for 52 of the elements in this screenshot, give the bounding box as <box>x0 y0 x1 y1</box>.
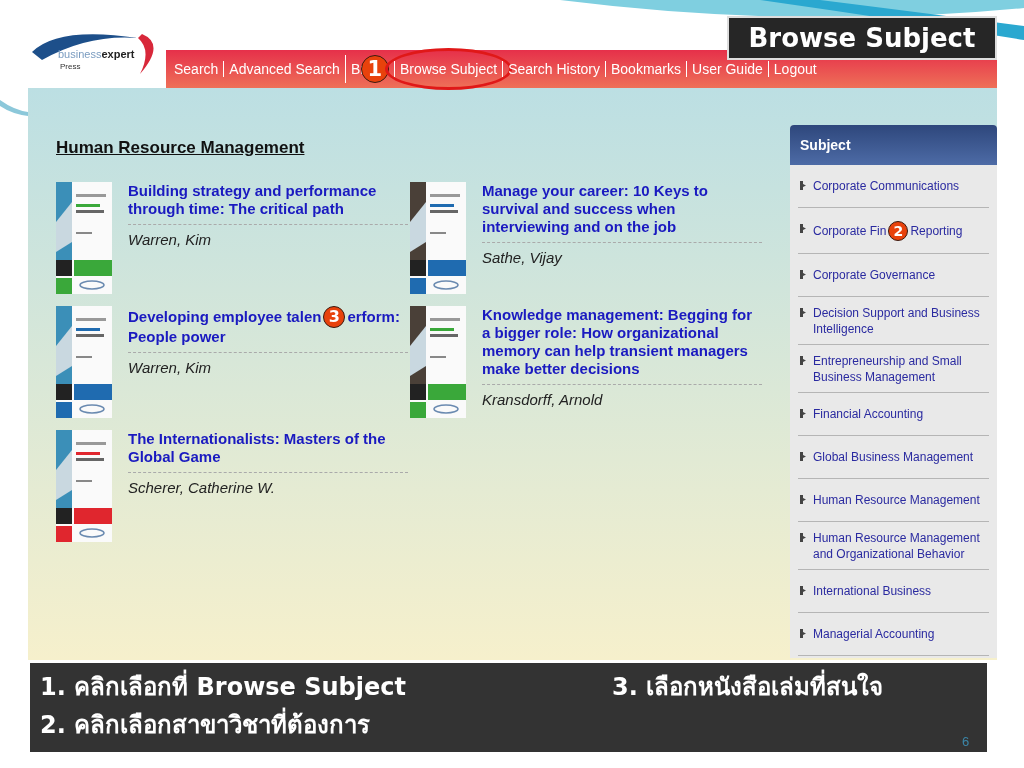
book-title-link[interactable]: The Internationalists: Masters of the Global Game <box>128 430 408 466</box>
bullet-icon <box>800 409 807 418</box>
book-author: Kransdorff, Arnold <box>482 391 604 408</box>
nav-link[interactable]: Search <box>174 61 219 77</box>
subject-link[interactable]: Entrepreneurship and Small Business Management <box>813 353 989 385</box>
book-title-link[interactable]: Knowledge management: Begging for a bigger role: How organizational memory can help transient managers make better decisions <box>482 306 762 378</box>
bullet-icon <box>800 533 807 542</box>
subject-link[interactable]: Human Resource Management and Organizational Behavior <box>813 530 989 562</box>
book-author: Warren, Kim <box>128 231 213 248</box>
subject-link[interactable]: Global Business Management <box>813 449 974 465</box>
subject-link[interactable]: Reporting <box>910 223 963 239</box>
bullet-icon <box>800 270 807 279</box>
swoosh-drawing <box>0 100 28 116</box>
book-author: Sathe, Vijay <box>482 249 564 266</box>
bullet-icon <box>800 308 807 317</box>
subject-link[interactable]: Decision Support and Business Intelligence <box>813 305 989 337</box>
subject-link[interactable]: Financial Accounting <box>813 406 924 422</box>
book-title-link[interactable]: Manage your career: 10 Keys to survival and success when interviewing and on the job <box>482 182 762 236</box>
callout-title: Browse Subject <box>727 16 997 60</box>
bullet-icon <box>800 629 807 638</box>
section-heading: Human Resource Management <box>56 138 305 158</box>
instruction-text: 2. คลิกเลือกสาขาวิชาที่ต้องการ <box>40 709 612 741</box>
book-title-link[interactable]: People power <box>128 328 408 346</box>
subject-link[interactable]: Corporate Communications <box>813 178 960 194</box>
subject-link[interactable]: Managerial Accounting <box>813 626 935 642</box>
book-title-link[interactable]: erform: <box>347 308 400 326</box>
bullet-icon <box>800 224 807 233</box>
nav-link[interactable]: Advanced Search <box>229 61 340 77</box>
step-marker: 3 <box>323 306 346 328</box>
bullet-icon <box>800 586 807 595</box>
subject-link[interactable]: Human Resource Management <box>813 492 980 508</box>
bullet-icon <box>800 181 807 190</box>
nav-link[interactable]: User Guide <box>692 61 763 77</box>
step-marker: 2 <box>888 221 909 241</box>
bullet-icon <box>800 356 807 365</box>
subject-link[interactable]: Corporate Fin <box>813 223 887 239</box>
book-title-link[interactable]: Developing employee talen <box>128 308 322 326</box>
logo-text: businessexpert <box>58 48 135 60</box>
instruction-text: 3. เลือกหนังสือเล่มที่สนใจ <box>612 671 977 703</box>
logo-subtitle: Press <box>60 62 81 71</box>
book-author: Warren, Kim <box>128 359 213 376</box>
subject-link[interactable]: International Business <box>813 583 932 599</box>
nav-link[interactable]: Bookmarks <box>611 61 681 77</box>
bullet-icon <box>800 452 807 461</box>
book-author: Scherer, Catherine W. <box>128 479 276 496</box>
bullet-icon <box>800 495 807 504</box>
book-title-link[interactable]: Building strategy and performance through time: The critical path <box>128 182 408 218</box>
instruction-text: 1. คลิกเลือกที่ Browse Subject <box>40 671 612 703</box>
nav-link[interactable]: Logout <box>773 61 817 77</box>
panel-title: Subject <box>790 125 997 165</box>
subject-link[interactable]: Corporate Governance <box>813 267 936 283</box>
page-number: 6 <box>962 734 970 749</box>
